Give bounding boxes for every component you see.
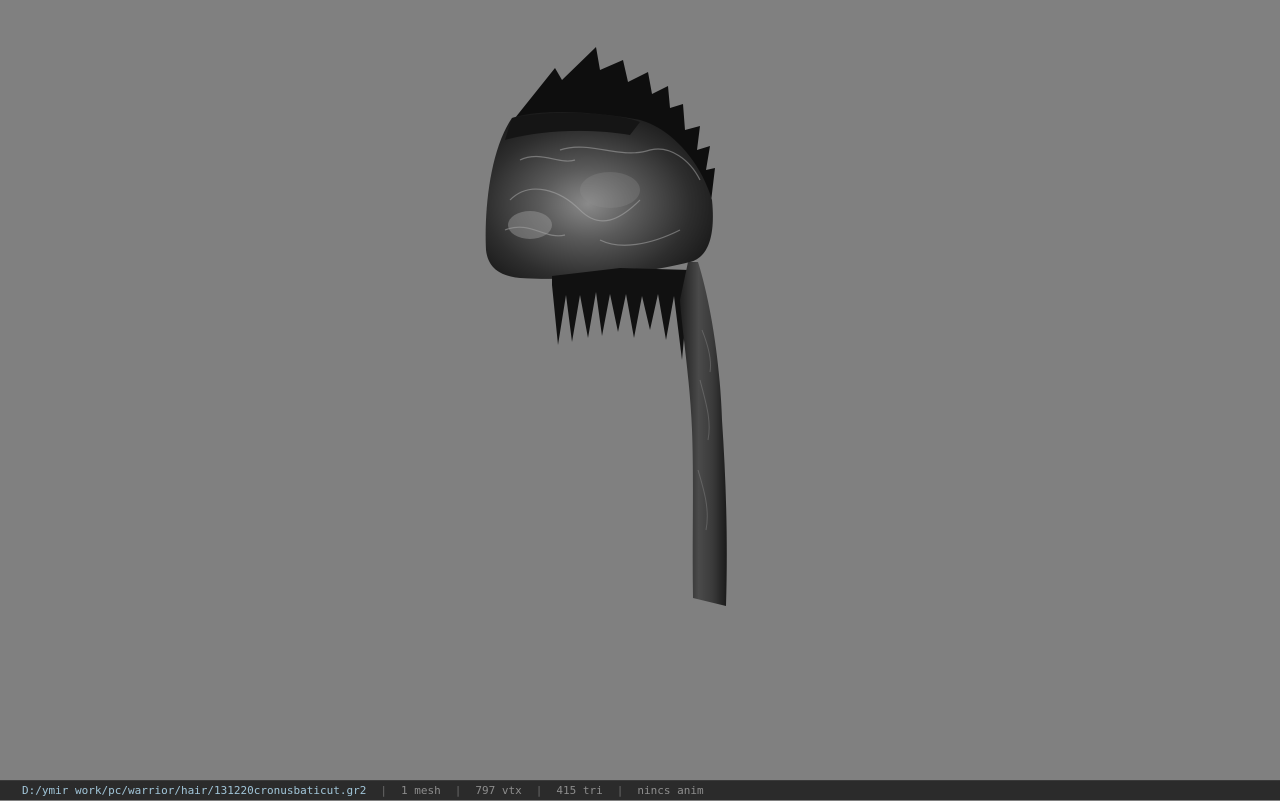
mesh-count-label: 1 mesh xyxy=(401,783,441,797)
3d-viewport[interactable] xyxy=(0,0,1280,780)
status-separator: | xyxy=(380,783,387,797)
status-separator: | xyxy=(616,783,624,797)
hair-model-render xyxy=(485,47,727,606)
file-path-label: D:/ymir work/pc/warrior/hair/131220cronu… xyxy=(22,783,367,797)
hair-tail-strand xyxy=(680,262,727,606)
status-separator: | xyxy=(454,783,462,797)
triangle-count-label: 415 tri xyxy=(556,783,603,797)
vertex-count-label: 797 vtx xyxy=(475,783,522,797)
status-separator: | xyxy=(535,783,543,797)
status-bar: D:/ymir work/pc/warrior/hair/131220cronu… xyxy=(0,780,1280,800)
hair-fringe-spikes xyxy=(552,268,690,360)
animation-status-label: nincs anim xyxy=(637,783,704,797)
